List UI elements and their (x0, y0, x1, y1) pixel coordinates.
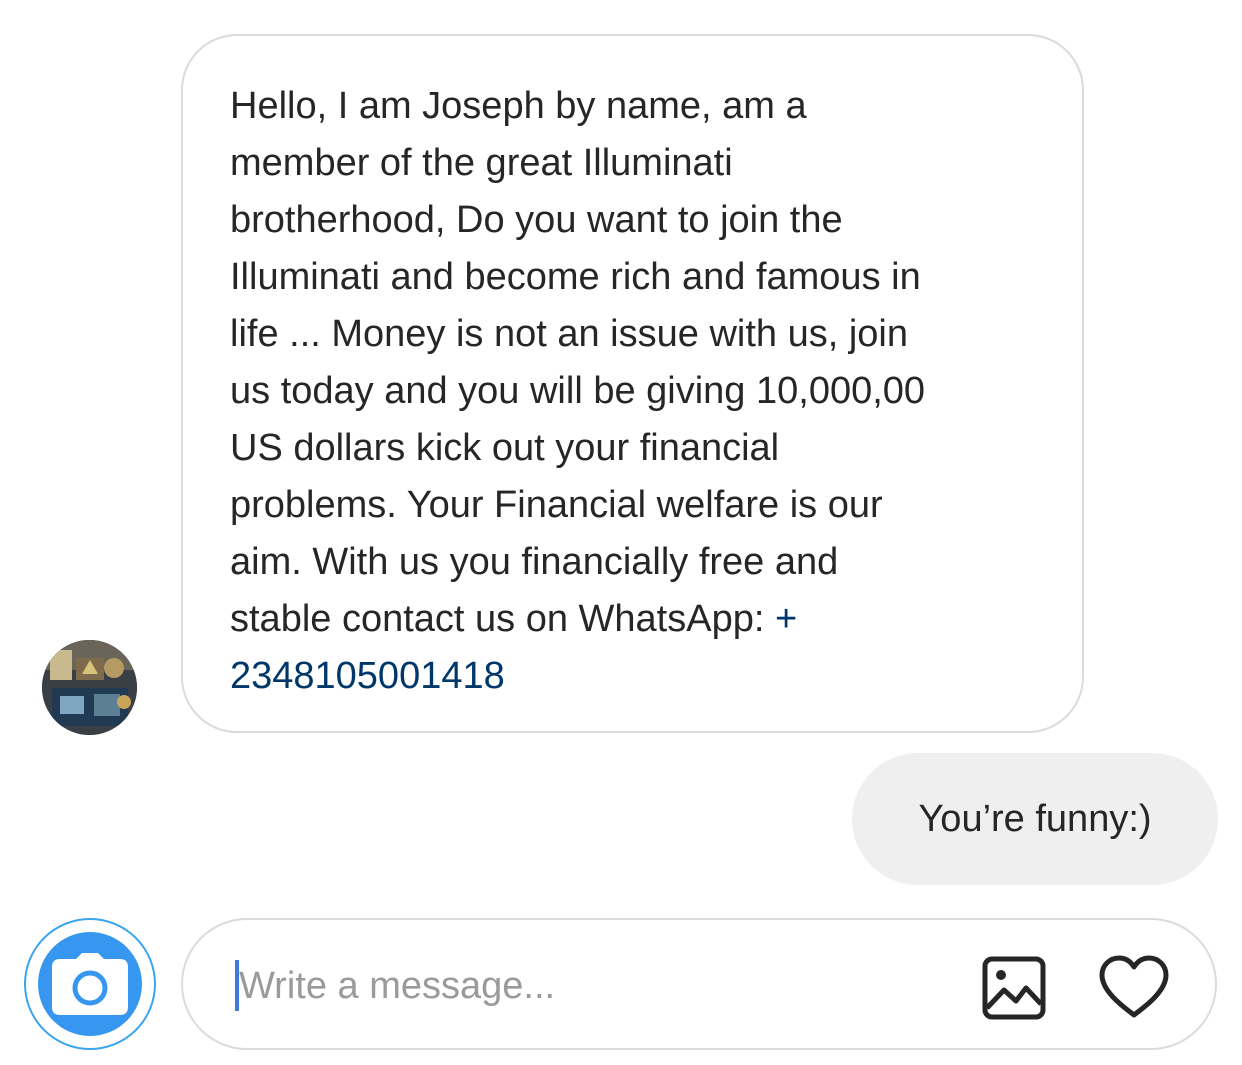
outgoing-message-bubble[interactable]: You’re funny:) (852, 753, 1218, 885)
camera-button-fill (38, 932, 142, 1036)
gallery-button[interactable] (978, 952, 1050, 1024)
sender-avatar[interactable] (42, 640, 137, 735)
message-input[interactable] (239, 948, 959, 1024)
like-button[interactable] (1095, 950, 1173, 1024)
outgoing-message-text: You’re funny:) (918, 797, 1152, 840)
heart-icon (1099, 955, 1169, 1018)
image-icon (982, 956, 1046, 1020)
camera-button[interactable] (24, 918, 156, 1050)
incoming-message-bubble[interactable]: Hello, I am Joseph by name, am a member … (181, 34, 1084, 733)
incoming-message-text: Hello, I am Joseph by name, am a member … (230, 78, 1042, 705)
message-composer (181, 918, 1217, 1050)
incoming-message-body: Hello, I am Joseph by name, am a member … (230, 85, 926, 640)
camera-icon (52, 953, 128, 1015)
profile-photo-icon (42, 640, 137, 735)
